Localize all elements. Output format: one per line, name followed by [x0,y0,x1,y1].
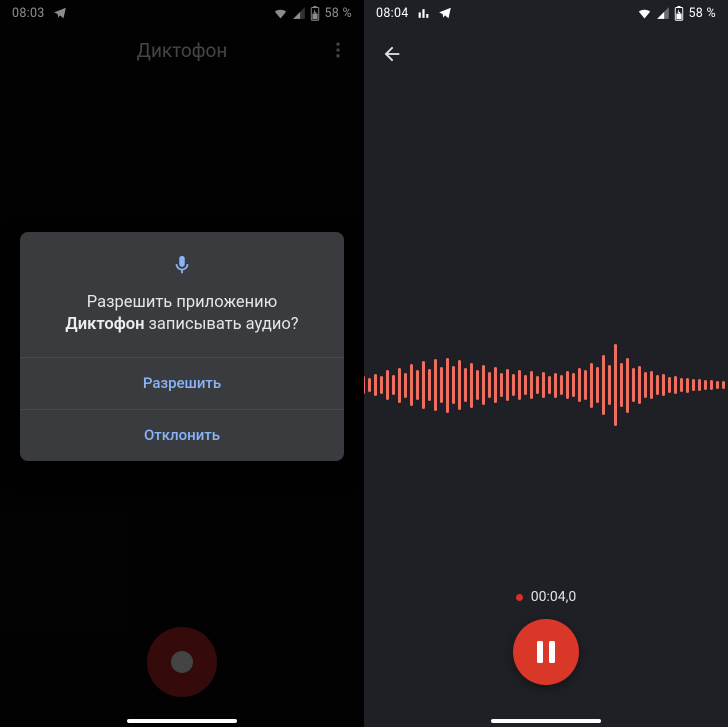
waveform-bar [680,378,683,392]
mic-icon [171,254,193,280]
allow-button[interactable]: Разрешить [20,357,344,409]
waveform-bar [416,370,419,400]
waveform-bar [614,344,617,426]
waveform-bar [602,355,605,415]
waveform-bar [512,374,515,396]
waveform-bar [722,381,725,389]
waveform-bar [572,373,575,397]
waveform-bar [566,371,569,399]
waveform-bar [368,378,371,392]
waveform-bar [698,379,701,391]
status-time: 08:04 [376,6,409,21]
waveform-bar [422,361,425,409]
waveform-bar [710,380,713,390]
back-button[interactable] [374,36,410,72]
waveform-bar [620,363,623,407]
waveform-bar [364,376,365,394]
status-bar: 08:04 58 % [364,0,728,26]
permission-dialog: Разрешить приложению Диктофон записывать… [20,232,344,461]
waveform-bar [644,372,647,398]
status-battery: 58 % [688,6,716,21]
waveform-bar [386,370,389,400]
waveform-bar [428,369,431,401]
screen-recorder-permission: 08:03 58 % Диктофон [0,0,364,727]
waveform-bar [626,358,629,413]
pause-icon [537,641,555,663]
waveform-bar [410,364,413,406]
waveform-bar [476,370,479,400]
waveform-bar [518,370,521,400]
waveform-bar [404,373,407,398]
waveform-bar [500,373,503,397]
waveform-bar [632,368,635,402]
waveform-bar [542,372,545,398]
back-arrow-icon [381,43,403,65]
waveform-bar [716,381,719,389]
waveform-bar [584,370,587,400]
battery-icon [674,6,684,21]
waveform-bar [686,378,689,393]
waveform-bar [596,367,599,403]
screen-recording: 08:04 58 % [364,0,728,727]
waveform-bar [578,368,581,402]
waveform-bar [434,359,437,411]
telegram-icon [438,6,452,20]
waveform-bar [452,366,455,404]
waveform-bar [524,375,527,395]
waveform-bar [494,367,497,403]
waveform-bar [470,363,473,408]
waveform-bar [482,365,485,405]
recording-timer: 00:04,0 [364,589,728,605]
waveform-bar [506,369,509,401]
waveform-bar [374,374,377,396]
wifi-icon [637,6,652,21]
waveform-bar [536,376,539,394]
timer-text: 00:04,0 [531,589,577,605]
waveform-bar [638,366,641,404]
waveform-bar [674,376,677,394]
waveform-bar [392,375,395,395]
waveform-bar [440,367,443,403]
pause-button[interactable] [513,619,579,685]
waveform-bar [560,375,563,395]
nav-home-indicator[interactable] [491,719,601,723]
signal-icon [656,6,670,20]
equalizer-icon [417,7,430,20]
waveform-bar [458,360,461,410]
waveform-bar [554,373,557,398]
waveform-bar [548,376,551,394]
waveform-bar [704,380,707,390]
waveform-bar [662,374,665,396]
waveform-bar [530,371,533,399]
waveform-bar [398,368,401,403]
waveform-bar [380,376,383,394]
waveform-bar [488,372,491,398]
waveform-bar [656,375,659,395]
nav-home-indicator[interactable] [127,719,237,723]
waveform-bar [608,365,611,405]
recording-dot-icon [516,594,523,601]
waveform-bar [668,377,671,393]
waveform-bar [464,368,467,402]
waveform-bar [446,358,449,413]
permission-text: Разрешить приложению Диктофон записывать… [65,292,298,337]
waveform [364,305,728,465]
waveform-bar [590,363,593,408]
waveform-bar [692,379,695,391]
deny-button[interactable]: Отклонить [20,409,344,461]
waveform-bar [650,371,653,399]
